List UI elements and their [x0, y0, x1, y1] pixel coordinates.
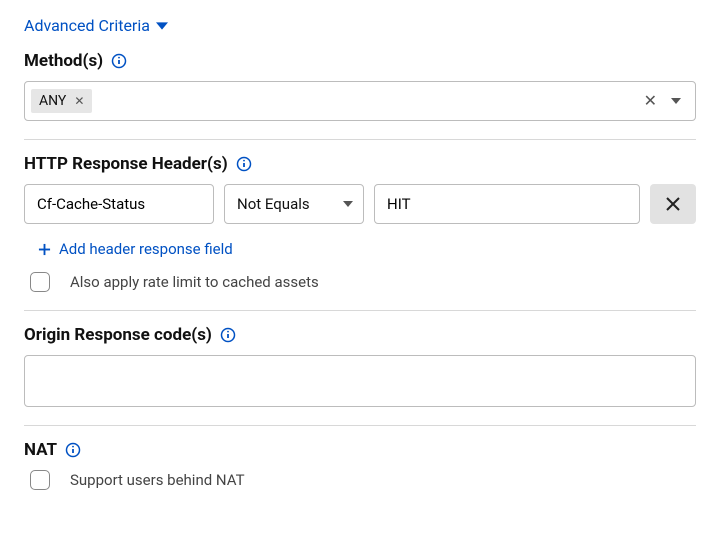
chip-remove-icon[interactable]: ✕ — [74, 95, 84, 107]
header-value-input[interactable] — [375, 185, 639, 223]
info-icon[interactable] — [65, 442, 81, 458]
origin-label: Origin Response code(s) — [24, 325, 212, 345]
origin-codes-field — [24, 355, 696, 407]
info-icon[interactable] — [111, 53, 127, 69]
header-name-field — [24, 184, 214, 224]
nat-checkbox-label: Support users behind NAT — [70, 471, 245, 489]
dropdown-icon — [343, 201, 353, 207]
dropdown-icon[interactable] — [671, 98, 681, 104]
nat-label: NAT — [24, 440, 57, 460]
close-icon — [665, 196, 681, 212]
advanced-criteria-toggle[interactable]: Advanced Criteria — [24, 16, 168, 35]
header-operator-value: Not Equals — [237, 195, 310, 213]
headers-label: HTTP Response Header(s) — [24, 154, 228, 174]
add-header-link[interactable]: Add header response field — [38, 240, 233, 258]
plus-icon — [38, 243, 51, 256]
nat-checkbox[interactable] — [30, 470, 50, 490]
method-chip-label: ANY — [39, 93, 66, 109]
methods-label: Method(s) — [24, 51, 103, 71]
header-value-field — [374, 184, 640, 224]
cached-assets-checkbox[interactable] — [30, 272, 50, 292]
methods-select[interactable]: ANY ✕ ✕ — [24, 81, 696, 121]
info-icon[interactable] — [236, 156, 252, 172]
clear-icon[interactable]: ✕ — [644, 93, 657, 109]
remove-header-button[interactable] — [650, 184, 696, 224]
add-header-label: Add header response field — [59, 240, 233, 258]
info-icon[interactable] — [220, 327, 236, 343]
origin-codes-input[interactable] — [25, 356, 695, 406]
header-operator-select[interactable]: Not Equals — [224, 184, 364, 224]
advanced-criteria-label: Advanced Criteria — [24, 16, 150, 35]
cached-assets-label: Also apply rate limit to cached assets — [70, 273, 319, 291]
header-name-input[interactable] — [25, 185, 213, 223]
caret-down-icon — [156, 20, 168, 32]
method-chip: ANY ✕ — [31, 89, 92, 113]
